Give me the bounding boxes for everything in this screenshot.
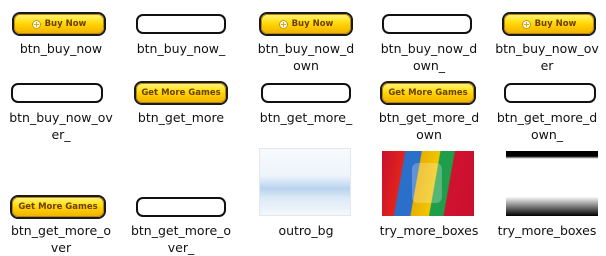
plus-circle-icon — [521, 19, 531, 29]
file-btn-get-more-over-mask[interactable]: btn_get_more_o ver_ — [120, 148, 242, 255]
plus-circle-icon — [31, 19, 41, 29]
file-label: btn_get_more_ — [259, 110, 353, 125]
button-text: Get More Games — [18, 202, 98, 212]
file-btn-get-more-over[interactable]: Get More Games btn_get_more_o ver — [0, 148, 122, 255]
file-label: btn_get_more_o ver — [10, 223, 112, 255]
thumbnail-buy-now-button: Buy Now — [504, 14, 594, 34]
button-text: Get More Games — [388, 88, 468, 98]
thumbnail-white-mask — [136, 197, 226, 217]
file-label: btn_get_more_o ver_ — [130, 223, 232, 255]
file-btn-buy-now-over-mask[interactable]: btn_buy_now_ov er_ — [0, 78, 122, 148]
file-label: try_more_boxes — [497, 223, 597, 238]
thumbnail-white-mask — [11, 83, 103, 103]
file-label: btn_buy_now_ov er_ — [9, 110, 113, 142]
button-text: Buy Now — [534, 19, 577, 29]
file-try-more-boxes[interactable]: try_more_boxes — [368, 148, 490, 245]
file-label: btn_buy_now — [19, 41, 103, 56]
file-label: btn_get_more_d own_ — [496, 110, 598, 142]
plus-circle-icon — [278, 19, 288, 29]
thumbnail-white-mask — [504, 83, 596, 103]
file-btn-get-more-mask[interactable]: btn_get_more_ — [245, 78, 367, 148]
file-btn-get-more-down-mask[interactable]: btn_get_more_d own_ — [486, 78, 606, 148]
file-label: outro_bg — [278, 223, 334, 238]
thumbnail-white-mask — [382, 14, 472, 34]
file-label: try_more_boxes — [379, 223, 479, 238]
thumbnail-buy-now-button: Buy Now — [261, 14, 351, 34]
file-btn-buy-now-down[interactable]: Buy Now btn_buy_now_d own — [245, 0, 367, 80]
thumbnail-boxes-mask — [506, 151, 598, 216]
button-text: Buy Now — [44, 19, 87, 29]
file-btn-buy-now-down-mask[interactable]: btn_buy_now_d own_ — [368, 0, 490, 80]
button-text: Buy Now — [291, 19, 334, 29]
file-btn-get-more-down[interactable]: Get More Games btn_get_more_d own — [368, 78, 490, 148]
thumbnail-get-more-button: Get More Games — [382, 83, 474, 103]
file-outro-bg[interactable]: outro_bg — [245, 148, 367, 245]
file-try-more-boxes-mask[interactable]: try_more_boxes — [486, 148, 606, 245]
file-btn-get-more[interactable]: Get More Games btn_get_more — [120, 78, 242, 148]
button-text: Get More Games — [141, 88, 221, 98]
thumbnail-outro-background — [259, 148, 351, 216]
thumbnail-white-mask — [136, 14, 226, 34]
thumbnail-buy-now-button: Buy Now — [14, 14, 104, 34]
thumbnail-white-mask — [261, 83, 351, 103]
file-btn-buy-now-mask[interactable]: btn_buy_now_ — [120, 0, 242, 80]
file-btn-buy-now-over[interactable]: Buy Now btn_buy_now_ov er — [486, 0, 606, 80]
thumbnail-get-more-button: Get More Games — [136, 83, 226, 103]
thumbnail-get-more-button: Get More Games — [12, 197, 104, 217]
thumbnail-game-boxes — [382, 151, 474, 216]
file-btn-buy-now[interactable]: Buy Now btn_buy_now — [0, 0, 122, 80]
file-label: btn_buy_now_d own — [257, 41, 355, 73]
file-label: btn_get_more — [137, 110, 225, 125]
file-label: btn_buy_now_d own_ — [380, 41, 478, 73]
file-label: btn_get_more_d own — [378, 110, 480, 142]
file-label: btn_buy_now_ — [136, 41, 226, 56]
file-label: btn_buy_now_ov er — [495, 41, 599, 73]
